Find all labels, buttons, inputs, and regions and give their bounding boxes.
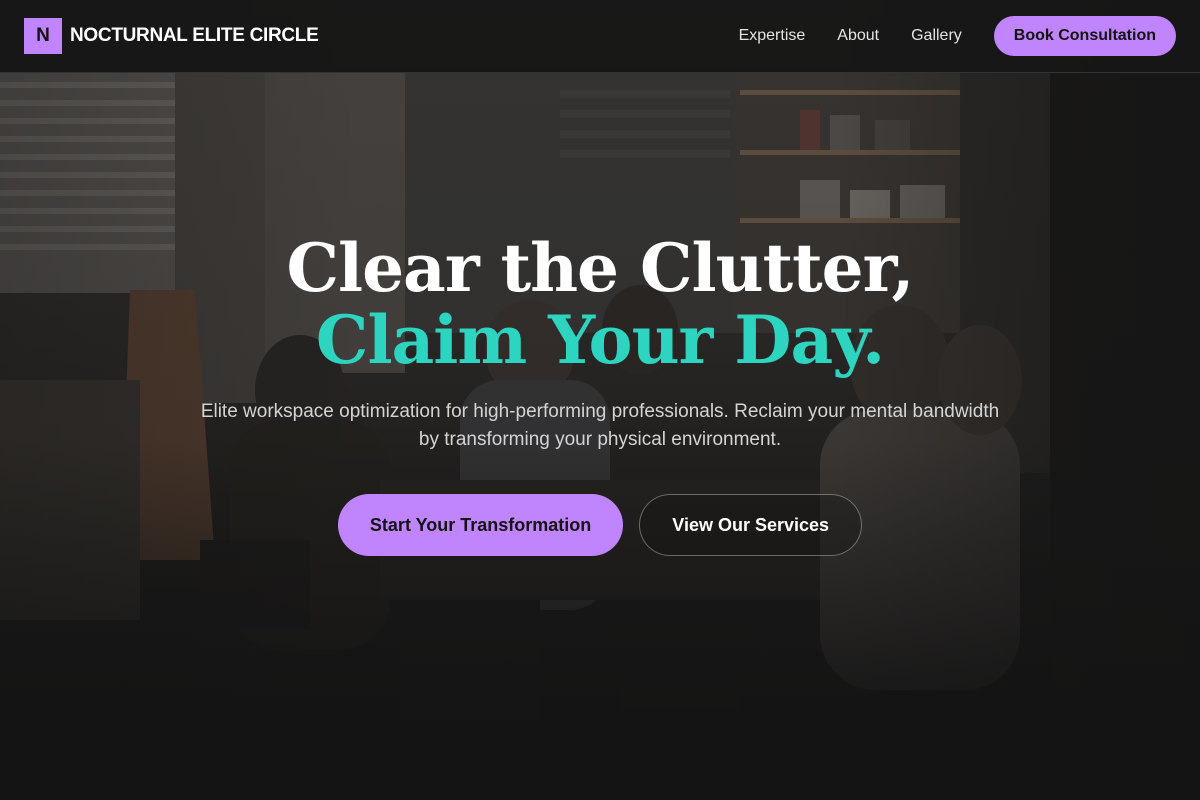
view-services-button[interactable]: View Our Services — [639, 494, 863, 556]
hero-headline: Clear the Clutter, Claim Your Day. — [0, 232, 1200, 376]
nav-link-expertise[interactable]: Expertise — [739, 27, 806, 45]
brand-logo[interactable]: N NOCTURNAL ELITE CIRCLE — [24, 18, 319, 54]
main-nav: Expertise About Gallery Book Consultatio… — [739, 16, 1176, 56]
start-transformation-button[interactable]: Start Your Transformation — [337, 494, 624, 556]
hero-cta-group: Start Your Transformation View Our Servi… — [0, 494, 1200, 556]
headline-line-1: Clear the Clutter, — [286, 229, 914, 307]
nav-link-about[interactable]: About — [837, 27, 879, 45]
navbar: N NOCTURNAL ELITE CIRCLE Expertise About… — [0, 0, 1200, 73]
nav-link-gallery[interactable]: Gallery — [911, 27, 962, 45]
book-consultation-button[interactable]: Book Consultation — [993, 16, 1176, 56]
brand-mark-icon: N — [24, 18, 62, 54]
headline-line-2: Claim Your Day. — [315, 301, 885, 379]
hero-subtitle: Elite workspace optimization for high-pe… — [200, 401, 1000, 450]
hero-section: Clear the Clutter, Claim Your Day. Elite… — [0, 232, 1200, 556]
brand-name: NOCTURNAL ELITE CIRCLE — [70, 25, 319, 46]
